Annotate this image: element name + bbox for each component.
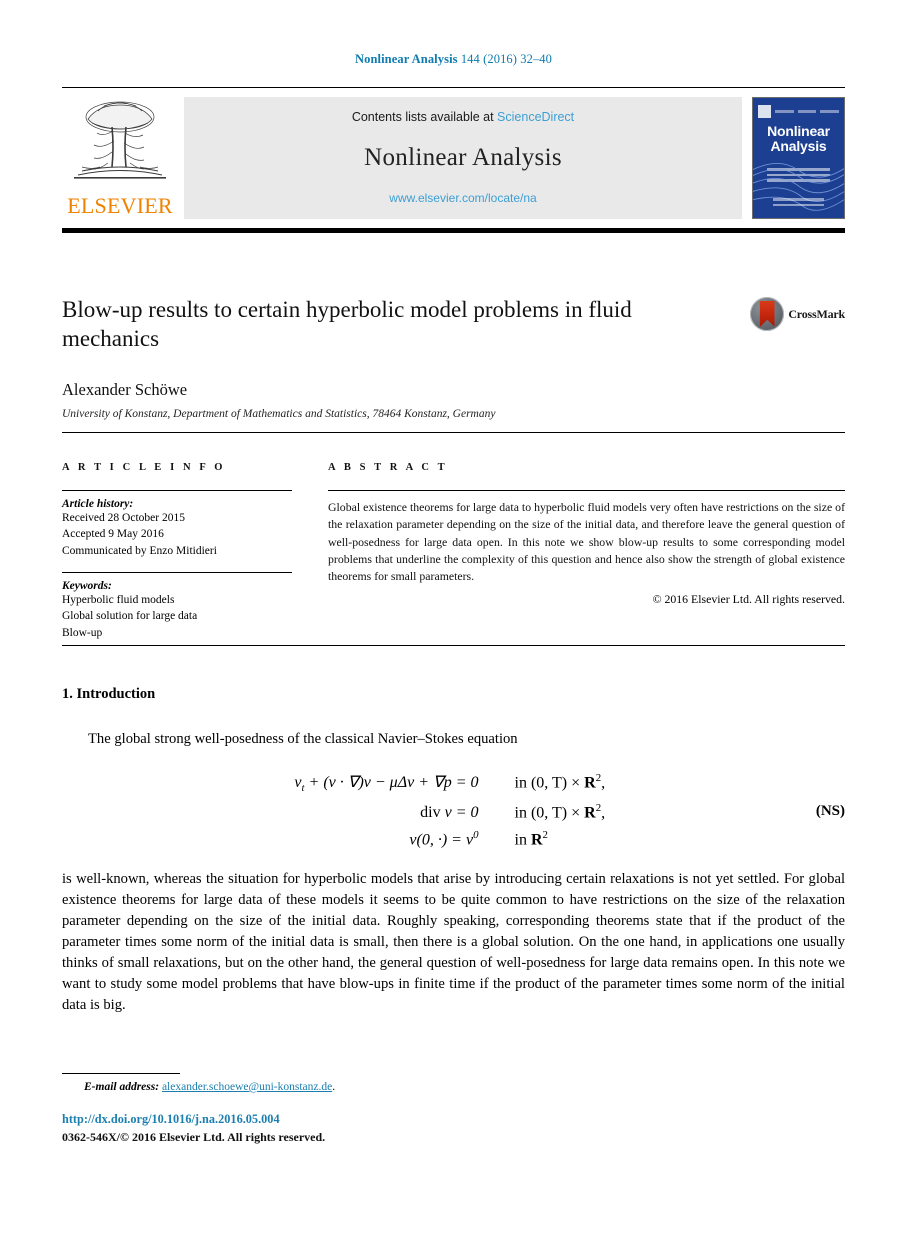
equation-ns: vt + (v · ∇)v − μΔv + ∇p = 0 in (0, T) ×…: [62, 772, 845, 849]
contents-available-line: Contents lists available at ScienceDirec…: [352, 110, 574, 124]
info-rule-2: [62, 571, 292, 573]
article-history-accepted: Accepted 9 May 2016: [62, 528, 164, 541]
journal-homepage-link[interactable]: www.elsevier.com/locate/na: [389, 191, 536, 205]
info-rule-1: [62, 490, 292, 491]
equation-rhs: in (0, T) × R2,: [514, 801, 606, 821]
equation-lhs: v(0, ·) = v0: [409, 828, 479, 849]
crossmark-badge[interactable]: CrossMark: [750, 297, 845, 331]
equation-row: vt + (v · ∇)v − μΔv + ∇p = 0 in (0, T) ×…: [249, 772, 659, 795]
abstract-column: A B S T R A C T Global existence theorem…: [310, 462, 845, 641]
keyword-item: Blow-up: [62, 626, 103, 639]
elsevier-tree-icon: [68, 97, 172, 185]
author-name: Alexander Schöwe: [62, 379, 188, 399]
article-history-received: Received 28 October 2015: [62, 512, 185, 524]
footnote-rule: [62, 1073, 180, 1074]
journal-title: Nonlinear Analysis: [364, 143, 562, 171]
intro-lead-paragraph: The global strong well-posedness of the …: [88, 731, 518, 747]
email-trailing-period: .: [332, 1081, 336, 1093]
doi-link[interactable]: http://dx.doi.org/10.1016/j.na.2016.05.0…: [62, 1112, 280, 1127]
running-head-citation: 144 (2016) 32–40: [457, 52, 553, 66]
info-abstract-area: A R T I C L E I N F O Article history: R…: [62, 462, 845, 641]
abstract-rule: [328, 490, 845, 491]
journal-band: Contents lists available at ScienceDirec…: [184, 97, 742, 219]
running-head-journal: Nonlinear Analysis: [354, 52, 458, 66]
sciencedirect-link[interactable]: ScienceDirect: [497, 110, 574, 124]
equation-row: v(0, ·) = v0 in R2: [249, 829, 659, 849]
abstract-heading: A B S T R A C T: [328, 462, 448, 473]
keyword-item: Global solution for large data: [62, 610, 198, 623]
abstract-copyright: © 2016 Elsevier Ltd. All rights reserved…: [652, 591, 845, 606]
article-info-column: A R T I C L E I N F O Article history: R…: [62, 462, 310, 641]
issn-copyright-line: 0362-546X/© 2016 Elsevier Ltd. All right…: [62, 1130, 326, 1144]
equation-lhs: vt + (v · ∇)v − μΔv + ∇p = 0: [294, 774, 479, 795]
equation-rows: vt + (v · ∇)v − μΔv + ∇p = 0 in (0, T) ×…: [62, 772, 845, 849]
crossmark-icon: [750, 297, 785, 331]
crossmark-label: CrossMark: [788, 306, 845, 321]
email-label: E-mail address:: [84, 1081, 160, 1093]
journal-cover-thumbnail: Nonlinear Analysis: [752, 97, 845, 219]
equation-rhs: in (0, T) × R2,: [514, 772, 606, 792]
footnote-email: E-mail address: alexander.schoewe@uni-ko…: [62, 1081, 335, 1093]
title-bottom-rule: [62, 432, 845, 433]
article-info-heading: A R T I C L E I N F O: [62, 462, 226, 473]
contents-prefix: Contents lists available at: [351, 110, 498, 124]
running-head: Nonlinear Analysis 144 (2016) 32–40: [0, 52, 907, 67]
abstract-text: Global existence theorems for large data…: [328, 500, 845, 584]
equation-lhs: div v = 0: [420, 803, 479, 821]
elsevier-wordmark: ELSEVIER: [67, 193, 173, 218]
author-email-link[interactable]: alexander.schoewe@uni-konstanz.de: [162, 1081, 332, 1093]
title-block: Blow-up results to certain hyperbolic mo…: [62, 295, 845, 420]
author-affiliation: University of Konstanz, Department of Ma…: [62, 407, 496, 420]
body-area: 1. Introduction The global strong well-p…: [62, 686, 845, 1016]
page-title: Blow-up results to certain hyperbolic mo…: [62, 297, 632, 352]
cover-footer-lines: [773, 198, 824, 209]
paper-page: Nonlinear Analysis 144 (2016) 32–40 ELSE…: [0, 0, 907, 1238]
elsevier-logo: ELSEVIER: [62, 97, 184, 219]
masthead-bottom-rule: [62, 228, 845, 233]
equation-row: div v = 0 in (0, T) × R2,: [249, 802, 659, 822]
article-history-label: Article history:: [62, 498, 134, 510]
keyword-item: Hyperbolic fluid models: [62, 593, 175, 606]
equation-rhs: in R2: [514, 828, 548, 849]
article-history-communicated: Communicated by Enzo Mitidieri: [62, 544, 217, 557]
intro-main-paragraph: is well-known, whereas the situation for…: [62, 871, 845, 1014]
tree-illustration-svg: [74, 101, 166, 179]
abstract-bottom-rule: [62, 645, 845, 646]
equation-tag: (NS): [815, 803, 845, 819]
keywords-label: Keywords:: [62, 579, 112, 592]
journal-masthead: ELSEVIER Contents lists available at Sci…: [62, 87, 845, 219]
section-heading-introduction: 1. Introduction: [62, 686, 156, 702]
